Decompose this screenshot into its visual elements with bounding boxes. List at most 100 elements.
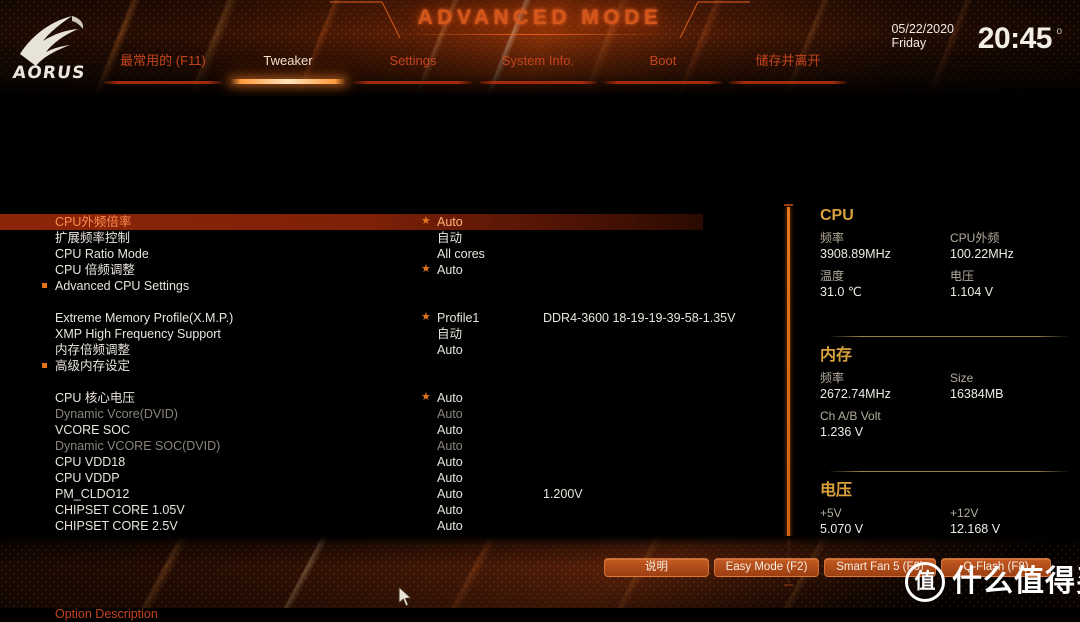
monitor-key: CPU外频	[950, 231, 1000, 245]
nav-tab-4[interactable]: System Info.	[479, 52, 597, 84]
monitor-value: 1.236 V	[820, 425, 864, 439]
settings-row[interactable]: 内存倍频调整 Auto	[0, 342, 780, 358]
nav-tab-5[interactable]: Boot	[604, 52, 722, 84]
settings-row-value[interactable]: Auto	[437, 406, 463, 422]
nav-tab-underline	[479, 81, 597, 84]
mouse-cursor	[398, 586, 413, 607]
settings-row-value[interactable]: All cores	[437, 246, 485, 262]
settings-row-label: CPU 倍频调整	[55, 263, 135, 277]
submenu-bullet-icon	[42, 363, 47, 368]
settings-row-label: PM_CLDO12	[55, 487, 130, 501]
favorite-star-icon[interactable]: ★	[421, 264, 431, 275]
settings-row[interactable]: CHIPSET CORE 1.05V Auto	[0, 502, 780, 518]
monitor-section: 电压 +5V 5.070 V +12V 12.168 V	[820, 481, 1070, 543]
settings-row[interactable]: CPU Ratio Mode All cores	[0, 246, 780, 262]
nav-tab-2[interactable]: Tweaker	[229, 52, 347, 84]
scrollbar-thumb[interactable]	[787, 207, 790, 545]
settings-scrollbar[interactable]	[784, 204, 793, 586]
settings-row-value[interactable]: Auto	[437, 518, 463, 534]
settings-row[interactable]: VCORE SOC Auto	[0, 422, 780, 438]
settings-row-value[interactable]: Auto	[437, 342, 463, 358]
settings-row[interactable]: PM_CLDO12 Auto 1.200V	[0, 486, 780, 502]
monitor-readout-row: 频率 2672.74MHz Size 16384MB	[820, 370, 1070, 408]
monitor-readout-row: 温度 31.0 ℃ 电压 1.104 V	[820, 268, 1070, 306]
settings-row[interactable]: ★ CPU外频倍率 Auto	[0, 214, 703, 230]
favorite-star-icon[interactable]: ★	[421, 216, 431, 227]
settings-row-value[interactable]: Auto	[437, 214, 463, 230]
monitor-value: 1.104 V	[950, 285, 994, 299]
settings-row-value[interactable]: Profile1	[437, 310, 479, 326]
monitor-value: 2672.74MHz	[820, 387, 891, 401]
settings-row-label: 高级内存设定	[55, 359, 131, 373]
monitor-section: 内存 频率 2672.74MHz Size 16384MB Ch A/B Volt 1.23…	[820, 346, 1070, 446]
nav-tab-label: Boot	[649, 53, 677, 68]
app-header: AORUS ADVANCED MODE 05/22/2020 Friday 20…	[0, 0, 1080, 96]
nav-tab-1[interactable]: 最常用的 (F11)	[104, 52, 222, 84]
monitor-readout-right: Size 16384MB	[950, 370, 1004, 403]
nav-tab-3[interactable]: Settings	[354, 52, 472, 84]
monitor-key: 电压	[950, 269, 975, 283]
monitor-readout-left: +5V 5.070 V	[820, 505, 863, 538]
settings-row-label: 内存倍频调整	[55, 343, 131, 357]
settings-row-detail: DDR4-3600 18-19-19-39-58-1.35V	[543, 311, 736, 325]
title-underline	[398, 34, 666, 35]
settings-row[interactable]: Advanced CPU Settings	[0, 278, 780, 294]
settings-row[interactable]: CPU VDD18 Auto	[0, 454, 780, 470]
settings-row-label: CPU 核心电压	[55, 391, 135, 405]
settings-row[interactable]: XMP High Frequency Support 自动	[0, 326, 780, 342]
nav-tab-6[interactable]: 储存并离开	[729, 52, 847, 84]
content-stage: ★ CPU外频倍率 Auto 扩展频率控制 自动 CPU Ratio Mode All co…	[0, 96, 1080, 621]
settings-row-label: CPU外频倍率	[55, 215, 132, 229]
settings-row-value[interactable]: Auto	[437, 486, 463, 502]
settings-row-label: Dynamic Vcore(DVID)	[55, 407, 178, 421]
settings-row[interactable]: CPU VDDP Auto	[0, 470, 780, 486]
watermark-badge: 值	[905, 562, 945, 602]
settings-row-value[interactable]: Auto	[437, 390, 463, 406]
settings-row-value[interactable]: Auto	[437, 470, 463, 486]
settings-row-value[interactable]: Auto	[437, 262, 463, 278]
settings-row[interactable]: Dynamic Vcore(DVID) Auto	[0, 406, 780, 422]
main-nav: 最常用的 (F11) Tweaker Settings System Info. Boo…	[0, 52, 1080, 88]
settings-row[interactable]: 扩展频率控制 自动	[0, 230, 780, 246]
clock-degree-mark: o	[1056, 26, 1062, 37]
settings-row[interactable]: ★ CPU 核心电压 Auto	[0, 390, 780, 406]
monitor-section-title: CPU	[820, 207, 854, 224]
settings-row-label: CHIPSET CORE 2.5V	[55, 519, 178, 533]
monitor-section-title: 电压	[820, 482, 853, 499]
monitor-readout-left: 频率 3908.89MHz	[820, 230, 891, 263]
settings-row[interactable]: ★ Extreme Memory Profile(X.M.P.) Profile1 D…	[0, 310, 780, 326]
monitor-readout-row: Ch A/B Volt 1.236 V	[820, 408, 1070, 446]
clock-weekday: Friday	[891, 36, 927, 50]
favorite-star-icon[interactable]: ★	[421, 392, 431, 403]
settings-row-label: CPU VDD18	[55, 455, 126, 469]
settings-row-value[interactable]: Auto	[437, 438, 463, 454]
settings-row-value[interactable]: Auto	[437, 422, 463, 438]
settings-row-value[interactable]: 自动	[437, 326, 462, 342]
nav-tab-label: Settings	[389, 53, 437, 68]
settings-row[interactable]: ★ CPU 倍频调整 Auto	[0, 262, 780, 278]
monitor-readout-right: CPU外频 100.22MHz	[950, 230, 1014, 263]
monitor-value: 3908.89MHz	[820, 247, 891, 261]
nav-tab-label: System Info.	[501, 53, 575, 68]
settings-row-value[interactable]: Auto	[437, 454, 463, 470]
monitor-key: +12V	[950, 506, 979, 520]
scrollbar-cap-top	[784, 204, 793, 206]
settings-row-label: CPU Ratio Mode	[55, 247, 149, 261]
monitor-value: 16384MB	[950, 387, 1004, 401]
submenu-bullet-icon	[42, 283, 47, 288]
monitor-key: 频率	[820, 231, 845, 245]
settings-row[interactable]: CHIPSET CORE 2.5V Auto	[0, 518, 780, 534]
monitor-value: 100.22MHz	[950, 247, 1014, 261]
settings-row[interactable]: 高级内存设定	[0, 358, 780, 374]
footer-button-2[interactable]: Easy Mode (F2)	[714, 558, 819, 577]
footer-button-1[interactable]: 说明	[604, 558, 709, 577]
favorite-star-icon[interactable]: ★	[421, 312, 431, 323]
monitor-key: Size	[950, 371, 974, 385]
settings-row-value[interactable]: 自动	[437, 230, 462, 246]
settings-row[interactable]: Dynamic VCORE SOC(DVID) Auto	[0, 438, 780, 454]
option-description-title: Option Description	[55, 607, 158, 621]
settings-row-label: XMP High Frequency Support	[55, 327, 221, 341]
monitor-section: CPU 频率 3908.89MHz CPU外频 100.22MHz 温度 31.0 ℃ 电压 1…	[820, 206, 1070, 306]
clock-date-block: 05/22/2020 Friday	[891, 22, 954, 50]
settings-row-value[interactable]: Auto	[437, 502, 463, 518]
